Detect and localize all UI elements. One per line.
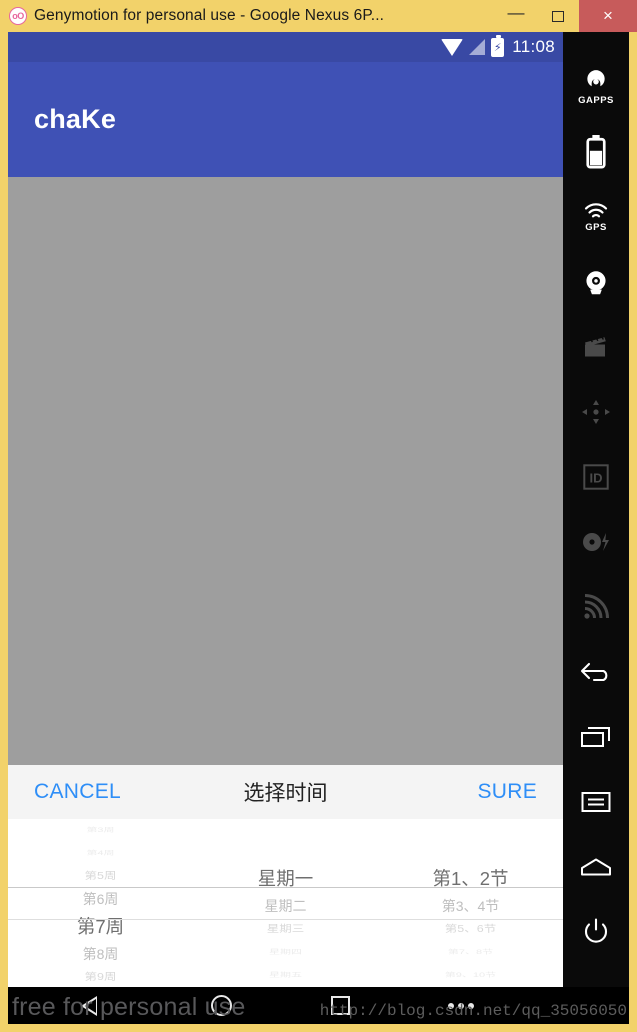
android-status-bar: ⚡ 11:08: [8, 32, 563, 62]
gps-button[interactable]: GPS: [563, 184, 629, 249]
nav-home-icon[interactable]: [211, 995, 233, 1016]
wheel-item[interactable]: 星期三: [267, 921, 305, 939]
nav-back-icon[interactable]: [81, 995, 113, 1016]
wheel-item[interactable]: 第6周: [83, 888, 119, 911]
toolbar-item-label: GAPPS: [578, 94, 614, 106]
picker-header: CANCEL 选择时间 SURE: [8, 765, 563, 819]
wheel-item[interactable]: 星期五: [269, 969, 302, 982]
device-screen: ⚡ 11:08 chaKe CANCEL 选择时间 SURE 第3周 第4周 第…: [8, 32, 563, 987]
wheel-item[interactable]: 第9、10节: [445, 969, 496, 982]
genymotion-window: oO Genymotion for personal use - Google …: [0, 0, 637, 1032]
wheel-item[interactable]: 第5周: [85, 868, 117, 886]
wheel-item[interactable]: 星期四: [269, 946, 302, 959]
battery-charging-icon: ⚡: [491, 34, 505, 57]
dpad-icon: [582, 399, 610, 424]
home-icon: [581, 858, 611, 875]
disk-io-button[interactable]: [563, 509, 629, 574]
wheel-item[interactable]: 第3周: [86, 824, 114, 837]
android-nav-bar: free for personal use http://blog.csdn.n…: [8, 987, 629, 1024]
nav-recents-icon[interactable]: [330, 996, 350, 1015]
window-titlebar[interactable]: oO Genymotion for personal use - Google …: [0, 0, 637, 32]
wheel-weekday[interactable]: 星期一 星期二 星期三 星期四 星期五: [193, 819, 378, 987]
home-button[interactable]: [563, 834, 629, 899]
app-bar: chaKe: [8, 62, 563, 177]
wheel-week[interactable]: 第3周 第4周 第5周 第6周 第7周 第8周 第9周 第10周 第11周: [8, 819, 193, 987]
wheel-item[interactable]: 第4周: [86, 847, 114, 860]
network-icon: [584, 593, 609, 619]
battery-icon: [586, 134, 606, 169]
menu-button[interactable]: [563, 769, 629, 834]
nav-overflow-icon[interactable]: [447, 1002, 474, 1009]
nav-buttons: [8, 987, 563, 1024]
camera-icon: [586, 270, 606, 294]
identifiers-icon: ID: [583, 463, 609, 490]
power-icon: [584, 917, 608, 943]
disk-io-icon: [583, 532, 609, 551]
status-clock: 11:08: [512, 37, 555, 56]
genymotion-toolbar: GAPPS GPS ID: [563, 32, 629, 987]
cancel-button[interactable]: CANCEL: [34, 780, 121, 804]
wheel-period[interactable]: 第1、2节 第3、4节 第5、6节 第7、8节 第9、10节: [378, 819, 563, 987]
recent-apps-icon: [581, 726, 610, 747]
wheel-selected-item[interactable]: 第7周: [77, 911, 124, 943]
close-button[interactable]: ×: [579, 0, 637, 32]
dpad-button[interactable]: [563, 379, 629, 444]
wheel-item[interactable]: 星期二: [265, 895, 307, 918]
wheel-item[interactable]: 第3、4节: [442, 895, 500, 918]
camera-button[interactable]: [563, 249, 629, 314]
wifi-icon: [441, 38, 464, 56]
back-icon: [580, 662, 608, 681]
identifiers-button[interactable]: ID: [563, 444, 629, 509]
cellular-signal-icon: [469, 39, 486, 55]
maximize-button[interactable]: [537, 0, 579, 32]
minimize-button[interactable]: —: [495, 0, 537, 32]
wheel-item[interactable]: 第8周: [83, 943, 119, 966]
emulator-frame: ⚡ 11:08 chaKe CANCEL 选择时间 SURE 第3周 第4周 第…: [8, 32, 629, 1024]
gapps-icon: [587, 69, 605, 86]
menu-icon: [581, 791, 611, 812]
back-button[interactable]: [563, 639, 629, 704]
network-button[interactable]: [563, 574, 629, 639]
window-title: Genymotion for personal use - Google Nex…: [34, 7, 385, 24]
toolbar-item-label: GPS: [585, 221, 607, 233]
video-record-button[interactable]: [563, 314, 629, 379]
app-title: chaKe: [34, 104, 117, 134]
picker-wheels: 第3周 第4周 第5周 第6周 第7周 第8周 第9周 第10周 第11周: [8, 819, 563, 987]
genymotion-logo-icon: oO: [9, 7, 27, 25]
wheel-item[interactable]: 第7、8节: [448, 946, 493, 959]
recent-apps-button[interactable]: [563, 704, 629, 769]
wheel-selected-item[interactable]: 第1、2节: [432, 863, 508, 895]
sure-button[interactable]: SURE: [477, 780, 537, 804]
window-controls: — ×: [495, 0, 637, 32]
wheel-item[interactable]: 第9周: [85, 969, 117, 987]
video-record-icon: [585, 334, 606, 356]
wheel-item[interactable]: 第5、6节: [445, 921, 496, 939]
gapps-button[interactable]: GAPPS: [563, 54, 629, 119]
svg-text:ID: ID: [590, 470, 603, 485]
battery-widget-button[interactable]: [563, 119, 629, 184]
power-button[interactable]: [563, 899, 629, 964]
time-picker-dialog: CANCEL 选择时间 SURE 第3周 第4周 第5周 第6周 第7周 第8周…: [8, 765, 563, 987]
wheel-selected-item[interactable]: 星期一: [258, 863, 314, 895]
maximize-square-icon: [552, 10, 564, 22]
gps-icon: [584, 202, 608, 217]
